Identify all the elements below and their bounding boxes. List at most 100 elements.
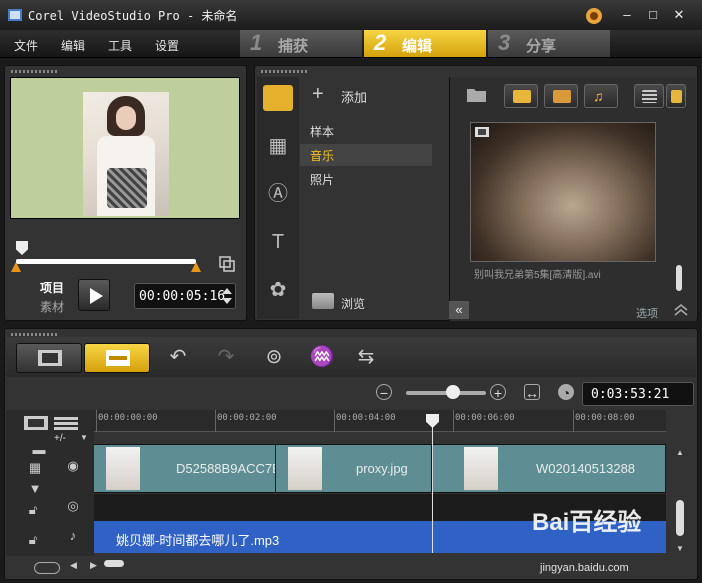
video-clip-icon	[475, 127, 489, 137]
chevron-down-icon[interactable]: ▼	[80, 433, 88, 442]
add-remove-track-button[interactable]: +/-	[54, 433, 66, 444]
panel-grip[interactable]	[11, 70, 57, 73]
library-scrollbar[interactable]	[676, 265, 682, 291]
video-icon	[513, 90, 531, 103]
list-view-button[interactable]	[634, 84, 664, 108]
clip-thumbnail	[288, 447, 322, 490]
zoom-in-icon[interactable]: +	[490, 384, 506, 401]
mode-clip[interactable]: 素材	[40, 298, 64, 315]
step-number: 3	[498, 30, 511, 55]
media-category-icon[interactable]	[263, 85, 293, 111]
scroll-right-icon[interactable]: ▶	[90, 560, 97, 571]
clip-label: W020140513288	[536, 461, 636, 476]
scroll-left-icon[interactable]: ◀	[70, 560, 77, 571]
app-icon	[8, 9, 22, 21]
show-audio-button[interactable]: ♫	[584, 84, 618, 108]
timeline-view-button[interactable]	[84, 343, 150, 373]
open-folder-icon[interactable]	[466, 86, 488, 104]
timecode-spinner[interactable]	[222, 286, 232, 306]
audio-mixer-icon[interactable]: ♒	[307, 344, 337, 370]
track-manager-icon[interactable]	[54, 416, 78, 430]
ruler-label: 00:00:02:00	[217, 413, 277, 423]
timeline-horizontal-scrollbar[interactable]	[104, 560, 124, 567]
video-track[interactable]: D52588B9ACC7E proxy.jpg W020140513288	[94, 444, 666, 493]
record-capture-icon[interactable]: ⊚	[259, 344, 289, 370]
scrubber-track[interactable]	[16, 259, 196, 264]
redo-icon[interactable]: ↷	[211, 344, 241, 370]
close-button[interactable]: ✕	[668, 6, 690, 24]
undo-icon[interactable]: ↶	[163, 344, 193, 370]
video-clip[interactable]: D52588B9ACC7E	[94, 445, 276, 492]
thumbnail-view-button[interactable]	[666, 84, 686, 108]
auto-music-icon[interactable]: ⇆	[351, 344, 381, 370]
lock-icon[interactable]: 🔓︎	[20, 532, 46, 550]
menu-tools[interactable]: 工具	[108, 37, 132, 54]
timeline-vertical-scrollbar[interactable]	[676, 500, 684, 536]
playhead-line	[432, 414, 433, 553]
filmstrip-icon[interactable]	[24, 416, 48, 430]
zoom-out-icon[interactable]: −	[376, 384, 392, 401]
timecode-value: 00:00:05:16	[139, 289, 226, 304]
play-button[interactable]	[78, 279, 110, 311]
add-folder-button[interactable]: 添加	[341, 87, 367, 106]
chevron-up-icon[interactable]	[674, 304, 688, 316]
clip-label: D52588B9ACC7E	[176, 461, 276, 476]
text-category-icon[interactable]: T	[263, 229, 293, 255]
video-track-icon[interactable]: ◉	[60, 458, 86, 476]
timeline-options-button[interactable]	[34, 562, 60, 574]
music-note-icon: ♫	[593, 88, 604, 104]
video-clip[interactable]: proxy.jpg	[276, 445, 432, 492]
storyboard-view-button[interactable]	[16, 343, 82, 373]
minimize-button[interactable]: –	[616, 6, 638, 24]
mode-project[interactable]: 项目	[40, 279, 64, 296]
photo-icon	[553, 90, 571, 103]
add-icon[interactable]: +	[312, 84, 324, 104]
preview-image	[83, 92, 169, 216]
help-icon[interactable]	[585, 7, 603, 25]
maximize-button[interactable]: □	[642, 6, 664, 24]
scroll-up-icon[interactable]: ▲	[676, 448, 684, 457]
watermark-url: jingyan.baidu.com	[540, 562, 629, 574]
options-button[interactable]: 选项	[636, 305, 658, 321]
tab-edit[interactable]: 2 编辑	[364, 30, 486, 57]
collapse-tracks-icon[interactable]: ▼	[22, 481, 48, 499]
panel-grip[interactable]	[11, 333, 57, 336]
step-label: 捕获	[278, 38, 309, 55]
transition-category-icon[interactable]: ▦	[263, 133, 293, 159]
filter-category-icon[interactable]: ✿	[263, 277, 293, 303]
menu-settings[interactable]: 设置	[155, 37, 179, 54]
preview-timecode[interactable]: 00:00:05:16	[134, 283, 236, 309]
tab-share[interactable]: 3 分享	[488, 30, 610, 57]
project-duration: 0:03:53:21	[582, 382, 694, 406]
zoom-slider-handle[interactable]	[446, 385, 460, 399]
menu-edit[interactable]: 编辑	[61, 37, 85, 54]
ruler-label: 00:00:06:00	[455, 413, 515, 423]
show-photos-button[interactable]	[544, 84, 578, 108]
tab-capture[interactable]: 1 捕获	[240, 30, 362, 57]
title-ab-category-icon[interactable]: Ⓐ	[263, 181, 293, 207]
fit-project-icon[interactable]: ↔	[524, 384, 540, 401]
step-number: 2	[374, 30, 387, 55]
collapse-library-button[interactable]: «	[449, 301, 469, 319]
enlarge-preview-icon[interactable]	[219, 256, 235, 272]
media-thumbnail[interactable]	[470, 122, 656, 262]
clock-icon: ◔	[558, 384, 574, 401]
video-clip[interactable]: W020140513288	[432, 445, 666, 492]
show-all-tracks-icon[interactable]: ▦	[22, 460, 48, 478]
lock-icon[interactable]: 🔓︎	[20, 502, 46, 520]
menu-file[interactable]: 文件	[14, 37, 38, 54]
music-clip-label: 姚贝娜-时间都去哪儿了.mp3	[116, 533, 280, 548]
browse-button[interactable]: 浏览	[341, 295, 365, 312]
library-folder-samples[interactable]: 样本	[300, 120, 432, 142]
timeline-ruler[interactable]: 00:00:00:00 00:00:02:00 00:00:04:00 00:0…	[94, 410, 666, 432]
show-videos-button[interactable]	[504, 84, 538, 108]
scroll-down-icon[interactable]: ▼	[676, 544, 684, 553]
music-track-icon[interactable]: ♪	[60, 528, 86, 546]
browse-icon[interactable]	[312, 293, 334, 309]
panel-grip[interactable]	[261, 70, 307, 73]
library-folder-music[interactable]: 音乐	[300, 144, 432, 166]
clip-thumbnail	[106, 447, 140, 490]
library-folder-photos[interactable]: 照片	[300, 168, 432, 190]
overlay-track-icon[interactable]: ◎	[60, 498, 86, 516]
ripple-icon[interactable]: ▬	[26, 442, 52, 460]
